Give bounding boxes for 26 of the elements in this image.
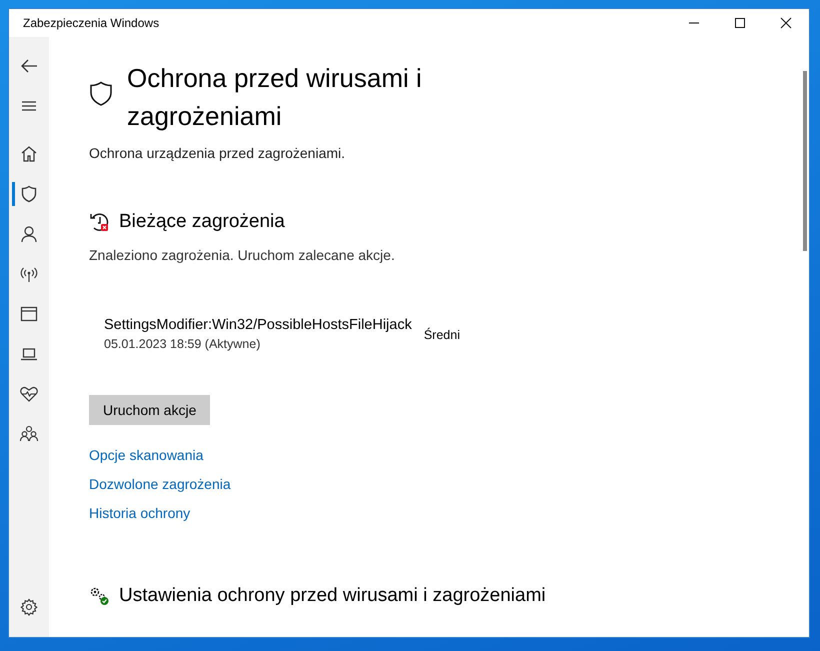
gears-check-icon: [89, 586, 111, 606]
threat-name: SettingsModifier:Win32/PossibleHostsFileHijack: [104, 317, 412, 333]
section-heading: Ustawienia ochrony przed wirusami i zagrożeniami: [119, 585, 546, 607]
shield-icon: [89, 81, 113, 107]
link[interactable]: Historia ochrony: [89, 505, 190, 521]
family-icon: [19, 424, 39, 444]
section-heading: Bieżące zagrożenia: [119, 211, 285, 233]
link[interactable]: Dozwolone zagrożenia: [89, 476, 231, 492]
window-title: Zabezpieczenia Windows: [22, 16, 160, 30]
settings-icon: [19, 597, 39, 617]
page-subtitle: Ochrona urządzenia przed zagrożeniami.: [89, 145, 346, 161]
maximize-icon: [734, 17, 746, 29]
section-description: Znaleziono zagrożenia. Uruchom zalecane akcje.: [89, 247, 396, 263]
link[interactable]: Opcje skanowania: [89, 447, 204, 463]
scrollbar-thumb[interactable]: [803, 71, 807, 251]
page-title: Ochrona przed wirusami i zagrożeniami: [127, 62, 423, 133]
home-icon: [19, 144, 39, 164]
threat-date: 05.01.2023 18:59 (Aktywne): [104, 337, 262, 351]
person-icon: [19, 224, 39, 244]
close-icon: [780, 17, 792, 29]
shield-icon: [19, 184, 39, 204]
run-actions-button[interactable]: Uruchom akcje: [89, 395, 210, 425]
threat-severity: Średni: [424, 328, 460, 342]
clock-warning-icon: [89, 211, 111, 233]
browser-window-icon: [19, 304, 39, 324]
heart-pulse-icon: [19, 384, 39, 404]
